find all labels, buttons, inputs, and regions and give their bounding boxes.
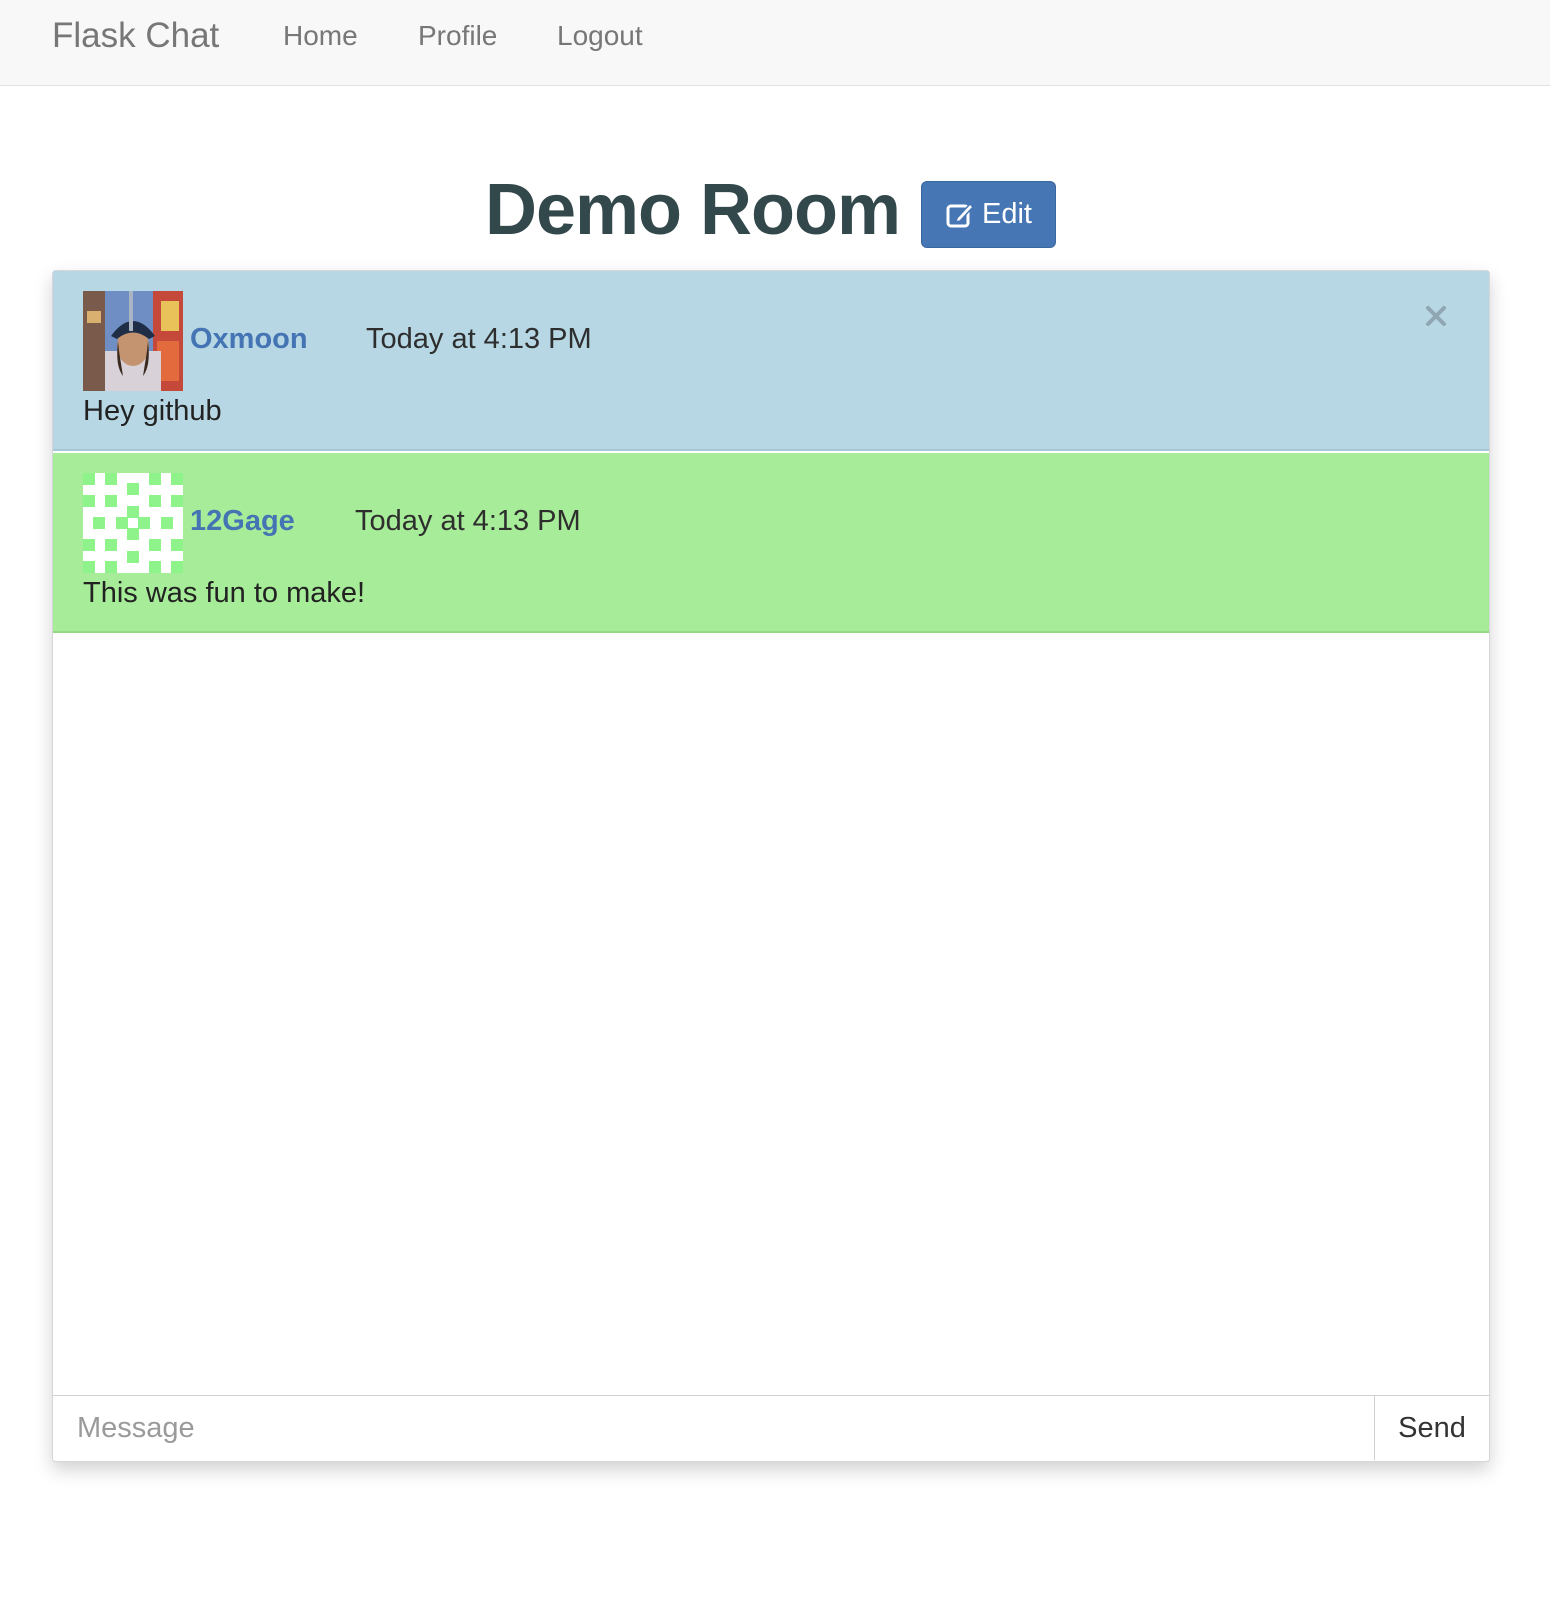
message-composer: Send: [53, 1395, 1489, 1461]
message-item: Oxmoon Today at 4:13 PM Hey github: [53, 271, 1489, 451]
room-header: Demo Room Edit: [0, 165, 1550, 255]
message-username[interactable]: 12Gage: [190, 503, 295, 539]
navbar: Flask Chat Home Profile Logout: [0, 0, 1550, 86]
close-icon: [1426, 306, 1446, 326]
avatar: [83, 473, 183, 573]
message-input[interactable]: [53, 1396, 1375, 1460]
nav-logout-link[interactable]: Logout: [557, 18, 643, 54]
edit-icon: [946, 202, 974, 228]
chat-panel: Oxmoon Today at 4:13 PM Hey github 12Gag…: [52, 270, 1490, 1462]
nav-home-link[interactable]: Home: [283, 18, 358, 54]
message-timestamp: Today at 4:13 PM: [366, 323, 592, 355]
message-text: Hey github: [83, 395, 222, 427]
edit-button-label: Edit: [982, 198, 1032, 230]
brand-link[interactable]: Flask Chat: [52, 14, 219, 58]
edit-room-button[interactable]: Edit: [921, 181, 1056, 248]
nav-profile-link[interactable]: Profile: [418, 18, 497, 54]
avatar: [83, 291, 183, 391]
message-text: This was fun to make!: [83, 577, 366, 609]
message-item: 12Gage Today at 4:13 PM This was fun to …: [53, 453, 1489, 633]
send-button[interactable]: Send: [1375, 1396, 1489, 1460]
message-timestamp: Today at 4:13 PM: [355, 505, 581, 537]
message-username[interactable]: Oxmoon: [190, 321, 308, 357]
delete-message-button[interactable]: [1421, 301, 1451, 331]
room-title: Demo Room: [485, 170, 901, 250]
